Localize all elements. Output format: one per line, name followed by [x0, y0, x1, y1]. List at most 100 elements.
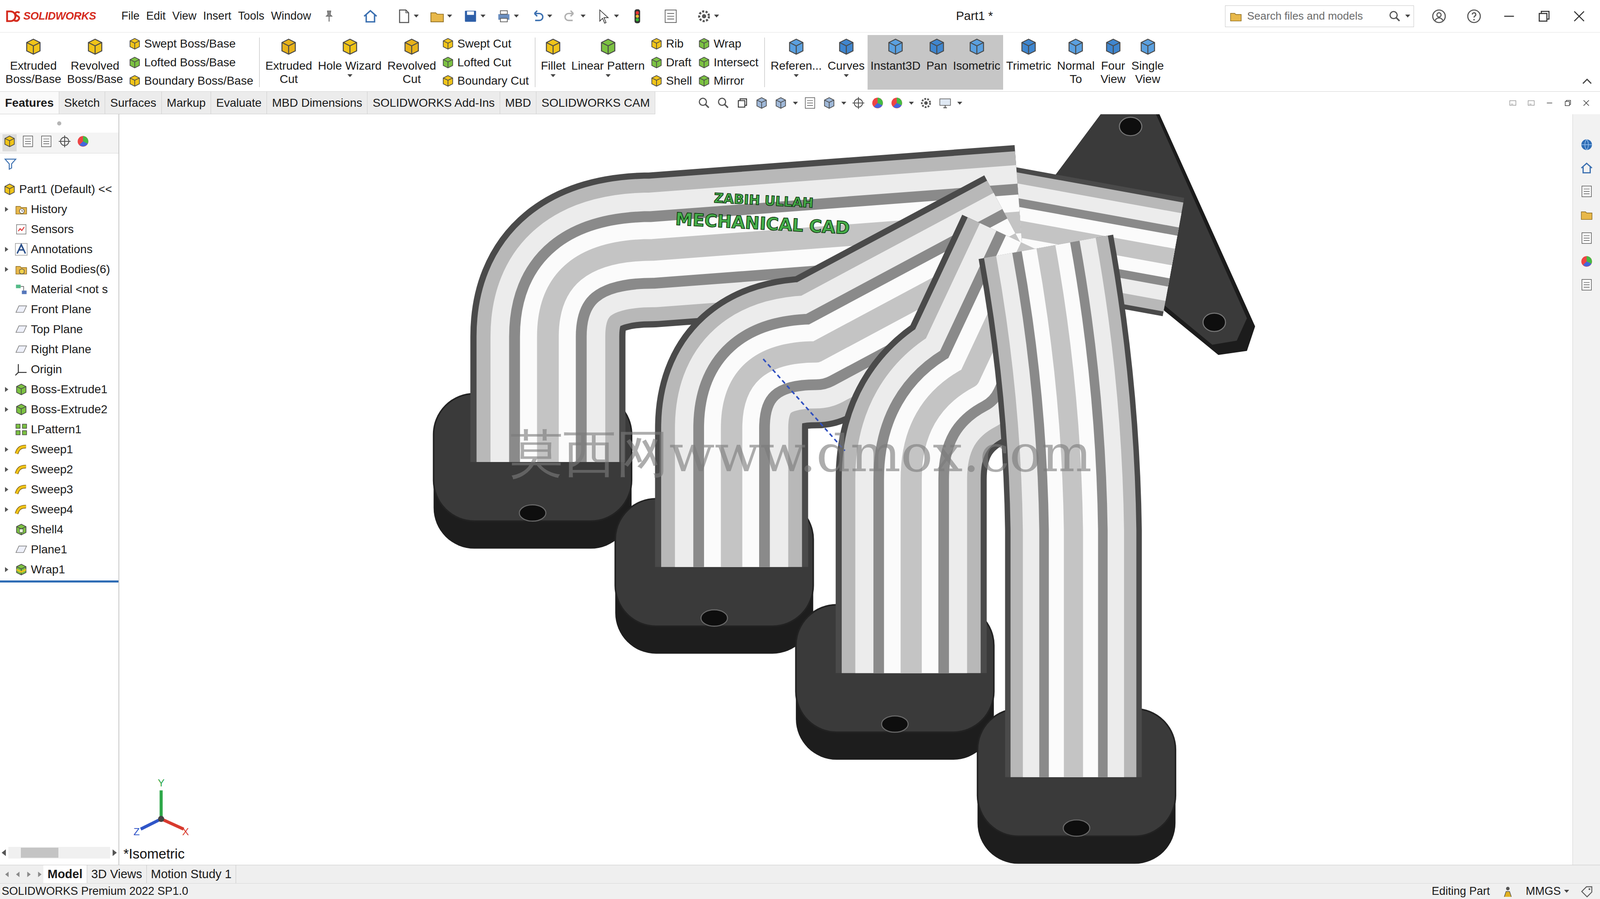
tree-item[interactable]: Annotations — [0, 239, 119, 260]
pin-icon[interactable] — [322, 9, 337, 24]
toolbar-button[interactable] — [357, 7, 391, 25]
toolbar-button[interactable] — [523, 7, 558, 25]
cube-icon[interactable] — [754, 95, 769, 111]
ribbon-button[interactable]: Pan — [923, 35, 951, 90]
toolbar-button[interactable] — [490, 7, 524, 25]
command-tab[interactable]: Evaluate — [211, 91, 267, 114]
ribbon-button[interactable]: ExtrudedCut — [262, 35, 315, 90]
expand-arrow[interactable] — [4, 244, 12, 255]
globe-icon[interactable] — [1579, 137, 1594, 152]
model-tab[interactable]: Model — [43, 865, 88, 884]
panel-tab[interactable] — [75, 134, 91, 152]
ribbon-button[interactable]: Linear Pattern — [568, 35, 648, 90]
scroll-right-arrow[interactable] — [112, 849, 117, 857]
tree-item[interactable]: LPattern1 — [0, 419, 119, 440]
app-logo[interactable]: SOLIDWORKS — [0, 7, 122, 25]
panel-handle[interactable] — [0, 114, 119, 133]
ribbon-button[interactable]: SingleView — [1128, 35, 1168, 90]
menu-item[interactable]: Window — [271, 5, 312, 27]
toolbar-button[interactable] — [457, 7, 491, 25]
model-tab[interactable]: Motion Study 1 — [146, 865, 237, 884]
toolbar-button[interactable] — [390, 7, 424, 25]
list-icon[interactable] — [1579, 184, 1594, 199]
minimize-icon[interactable] — [1544, 98, 1555, 108]
ribbon-button[interactable]: Hole Wizard — [314, 35, 385, 90]
ribbon-small-button[interactable]: Lofted Boss/Base — [127, 53, 254, 72]
dropdown-caret[interactable] — [714, 14, 720, 18]
tag-icon[interactable] — [1579, 884, 1595, 899]
dropdown-caret[interactable] — [613, 14, 619, 18]
ribbon-button[interactable]: Isometric — [950, 35, 1004, 90]
ribbon-button[interactable]: Referen... — [767, 35, 825, 90]
tree-item[interactable]: Boss-Extrude2 — [0, 399, 119, 420]
gear-icon[interactable] — [918, 95, 934, 111]
expand-arrow[interactable] — [4, 484, 12, 495]
tree-item[interactable]: Sweep4 — [0, 499, 119, 520]
toolbar-button[interactable] — [623, 7, 658, 25]
ribbon-small-button[interactable]: Rib — [649, 35, 692, 53]
command-tab[interactable]: MBD — [500, 91, 537, 114]
ribbon-button[interactable]: RevolvedBoss/Base — [64, 35, 126, 90]
dropdown-caret[interactable] — [513, 14, 519, 18]
scroll-track[interactable] — [8, 847, 111, 859]
ribbon-small-button[interactable]: Lofted Cut — [440, 53, 529, 72]
command-tab[interactable]: Sketch — [59, 91, 106, 114]
expand-arrow[interactable] — [4, 464, 12, 475]
dropdown-caret[interactable] — [550, 74, 556, 78]
tree-item[interactable]: Sweep1 — [0, 439, 119, 460]
expand-arrow[interactable] — [4, 204, 12, 215]
tree-item[interactable]: Sweep3 — [0, 479, 119, 500]
collapse-ribbon-icon[interactable] — [1579, 74, 1595, 89]
panel-tab[interactable] — [39, 134, 54, 152]
close-icon[interactable] — [1570, 7, 1588, 25]
user-icon[interactable] — [1430, 7, 1448, 25]
dropdown-caret[interactable] — [793, 74, 799, 78]
ribbon-small-button[interactable]: Boundary Boss/Base — [127, 72, 254, 90]
filter-icon[interactable] — [3, 156, 18, 172]
ribbon-small-button[interactable]: Boundary Cut — [440, 72, 529, 90]
rollback-bar[interactable] — [0, 580, 119, 583]
tree-item[interactable]: Boss-Extrude1 — [0, 379, 119, 400]
command-tab[interactable]: MBD Dimensions — [266, 91, 368, 114]
crosshair-icon[interactable] — [851, 95, 866, 111]
ribbon-button[interactable]: NormalTo — [1054, 35, 1098, 90]
dropdown-caret[interactable] — [547, 14, 553, 18]
dropdown-caret[interactable] — [1564, 890, 1570, 894]
dropdown-caret[interactable] — [447, 14, 453, 18]
search-icon[interactable] — [1387, 9, 1402, 24]
model-canvas[interactable]: ZABIH ULLAHMECHANICAL CADYZX莫西网www.dmox.… — [119, 114, 1573, 866]
dropdown-caret[interactable] — [580, 14, 586, 18]
panel-tab[interactable] — [20, 134, 36, 152]
cube-icon[interactable] — [822, 95, 837, 111]
tree-item[interactable]: Origin — [0, 359, 119, 380]
tree-item[interactable]: Solid Bodies(6) — [0, 259, 119, 280]
tree-item[interactable]: Wrap1 — [0, 559, 119, 580]
dropdown-caret[interactable] — [605, 74, 611, 78]
dropdown-caret[interactable] — [843, 74, 849, 78]
tree-item[interactable]: Front Plane — [0, 299, 119, 320]
tree-item[interactable]: Top Plane — [0, 319, 119, 340]
tree-item[interactable]: Sensors — [0, 219, 119, 240]
search-icon[interactable] — [716, 95, 731, 111]
help-icon[interactable] — [1465, 7, 1483, 25]
wheel-icon[interactable] — [870, 95, 885, 111]
expand-arrow[interactable] — [4, 384, 12, 395]
cube-icon[interactable] — [773, 95, 788, 111]
ribbon-button[interactable]: FourView — [1097, 35, 1129, 90]
ribbon-small-button[interactable]: Intersect — [696, 53, 759, 72]
folder-icon[interactable] — [1579, 207, 1594, 222]
nav-arrow-icon[interactable] — [24, 870, 34, 880]
panel-tab[interactable] — [57, 134, 72, 152]
ribbon-button[interactable]: Instant3D — [867, 35, 924, 90]
graphics-area[interactable]: ZABIH ULLAHMECHANICAL CADYZX莫西网www.dmox.… — [119, 114, 1573, 866]
ribbon-button[interactable]: Fillet — [538, 35, 569, 90]
dropdown-caret[interactable] — [957, 101, 963, 105]
tree-item[interactable]: Right Plane — [0, 339, 119, 360]
tree-item[interactable]: Material <not s — [0, 279, 119, 300]
house-icon[interactable] — [1579, 161, 1594, 176]
toolbar-button[interactable] — [557, 7, 591, 25]
ribbon-button[interactable]: Trimetric — [1003, 35, 1055, 90]
menu-item[interactable]: View — [172, 5, 197, 27]
dropdown-caret[interactable] — [792, 101, 798, 105]
restore-icon[interactable] — [735, 95, 750, 111]
